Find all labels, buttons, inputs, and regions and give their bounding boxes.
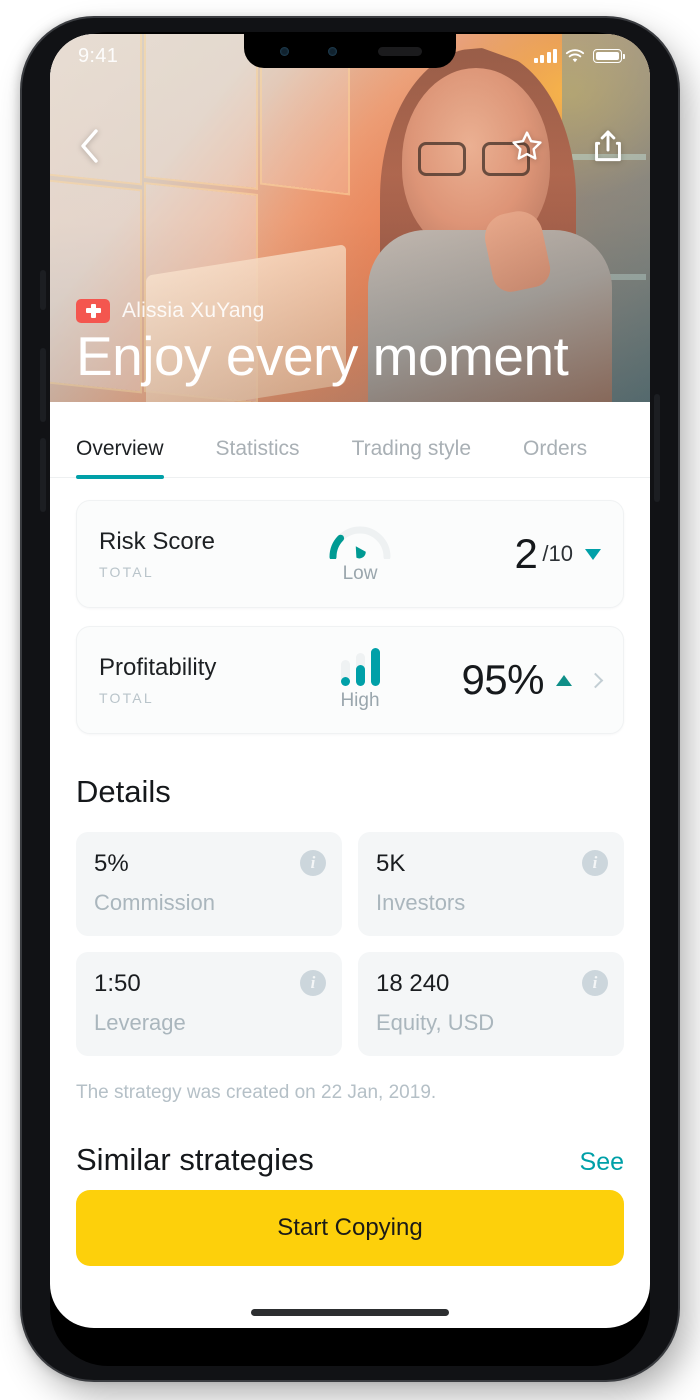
front-camera-icon (280, 47, 289, 56)
detail-value: 1:50 (94, 970, 141, 997)
risk-score-value: 2 (514, 530, 538, 577)
face-id-sensor-icon (328, 47, 337, 56)
detail-label: Leverage (94, 1010, 186, 1035)
similar-strategies-heading: Similar strategies (76, 1142, 314, 1177)
tab-label: Trading style (351, 437, 471, 460)
profitability-value: 95% (461, 656, 544, 703)
hero-caption: Alissia XuYang Enjoy every moment (76, 298, 630, 387)
risk-score-value-group: 2 /10 (425, 530, 601, 578)
risk-score-indicator: Low (295, 523, 425, 585)
info-icon[interactable]: i (300, 970, 326, 996)
detail-tile-commission[interactable]: 5% Commission i (76, 832, 342, 936)
details-grid: 5% Commission i 5K Investors i 1:50 Leve… (76, 832, 624, 1056)
detail-value: 5% (94, 850, 129, 877)
volume-up-button[interactable] (40, 348, 46, 422)
detail-label: Investors (376, 890, 466, 915)
hero-action-bar (50, 126, 650, 166)
risk-score-title: Risk Score (99, 528, 216, 555)
tab-overview[interactable]: Overview (76, 437, 164, 479)
profitability-level: High (340, 690, 380, 711)
hero-banner: 9:41 Alissia XuYang Enjoy every moment (50, 34, 650, 402)
swiss-flag-icon (76, 298, 110, 323)
start-copying-button[interactable]: Start Copying (76, 1190, 624, 1266)
trader-identity: Alissia XuYang (76, 298, 630, 323)
info-icon[interactable]: i (300, 850, 326, 876)
profitability-labels: Profitability TOTAL (99, 654, 295, 706)
power-button[interactable] (654, 394, 660, 502)
risk-score-suffix: /10 (542, 541, 573, 566)
details-heading: Details (76, 774, 171, 809)
detail-tile-investors[interactable]: 5K Investors i (358, 832, 624, 936)
main-content: Risk Score TOTAL Low 2 /10 Profitability (50, 478, 650, 1266)
hero-right-actions (510, 128, 624, 164)
tab-label: Orders (523, 437, 588, 460)
created-date-note: The strategy was created on 22 Jan, 2019… (76, 1082, 437, 1103)
earpiece-speaker-icon (378, 47, 422, 56)
detail-tile-equity[interactable]: 18 240 Equity, USD i (358, 952, 624, 1056)
status-icons (533, 48, 625, 64)
risk-score-card[interactable]: Risk Score TOTAL Low 2 /10 (76, 500, 624, 608)
info-icon[interactable]: i (582, 970, 608, 996)
see-all-link[interactable]: See (580, 1148, 624, 1177)
info-icon[interactable]: i (582, 850, 608, 876)
profitability-value-group: 95% (425, 656, 604, 704)
detail-label: Equity, USD (376, 1010, 495, 1035)
share-button[interactable] (592, 128, 624, 164)
risk-score-labels: Risk Score TOTAL (99, 528, 295, 580)
chevron-right-icon[interactable] (587, 672, 604, 688)
home-indicator[interactable] (251, 1309, 449, 1316)
bar-levels-icon (340, 648, 380, 686)
tab-label: Overview (76, 437, 164, 460)
silent-switch-button[interactable] (40, 270, 46, 310)
tab-trading-style[interactable]: Trading style (352, 437, 471, 477)
profitability-total-label: TOTAL (99, 690, 154, 706)
trend-up-icon (556, 674, 572, 686)
battery-full-icon (593, 49, 625, 63)
tab-label: Statistics (215, 437, 300, 460)
trader-name: Alissia XuYang (122, 298, 265, 322)
detail-label: Commission (94, 890, 216, 915)
back-button[interactable] (76, 126, 102, 166)
tab-statistics[interactable]: Statistics (216, 437, 300, 477)
phone-notch (244, 34, 456, 68)
risk-score-total-label: TOTAL (99, 564, 154, 580)
detail-value: 5K (376, 850, 406, 877)
cellular-bars-icon (533, 49, 557, 63)
tab-bar: Overview Statistics Trading style Orders (50, 402, 650, 479)
detail-tile-leverage[interactable]: 1:50 Leverage i (76, 952, 342, 1056)
gauge-icon (329, 526, 391, 559)
phone-screen: 9:41 Alissia XuYang Enjoy every moment O… (50, 34, 650, 1328)
profitability-indicator: High (295, 648, 425, 712)
page-title: Enjoy every moment (76, 324, 569, 387)
tab-orders[interactable]: Orders (523, 437, 587, 477)
trend-down-icon (585, 548, 601, 560)
status-time: 9:41 (78, 44, 119, 67)
profitability-card[interactable]: Profitability TOTAL High 95% (76, 626, 624, 734)
profitability-title: Profitability (99, 654, 217, 681)
favorite-button[interactable] (510, 129, 544, 163)
volume-down-button[interactable] (40, 438, 46, 512)
wifi-icon (565, 48, 585, 62)
similar-strategies-header: Similar strategies See (76, 1142, 624, 1178)
risk-score-level: Low (342, 563, 378, 584)
detail-value: 18 240 (376, 970, 450, 997)
